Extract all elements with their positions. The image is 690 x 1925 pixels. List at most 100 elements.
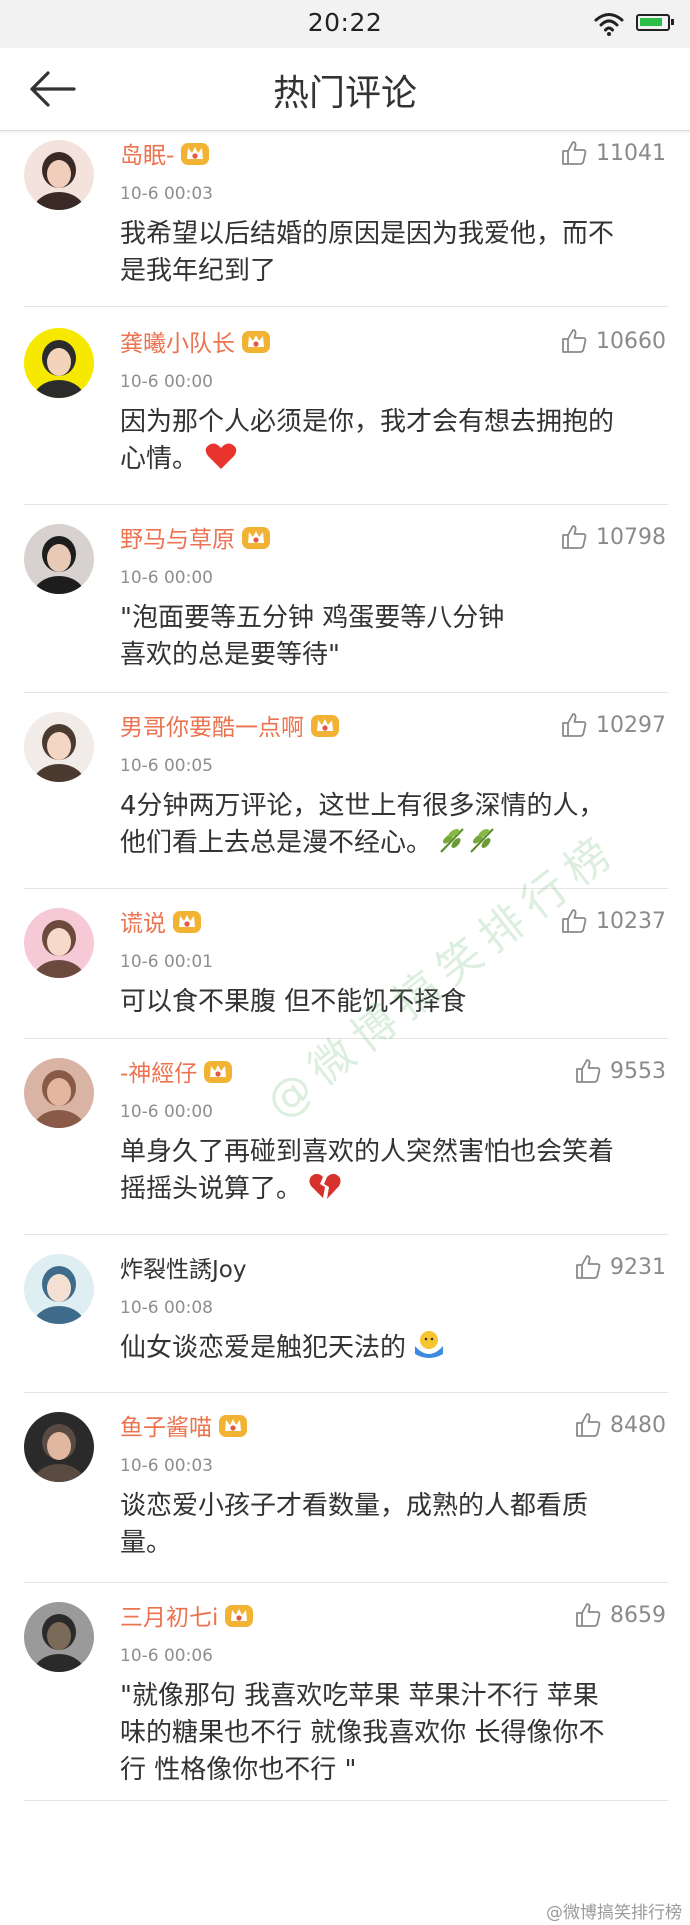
comment-text-content: 是我年纪到了: [120, 256, 277, 286]
nav-bar: 热门评论: [0, 48, 690, 131]
comment-text-content: 我希望以后结婚的原因是因为我爱他，而不: [120, 219, 615, 249]
comment-text-line: "就像那句 我喜欢吃苹果 苹果汁不行 苹果: [120, 1678, 668, 1715]
like-count: 10237: [596, 908, 666, 934]
comment-text-content: 可以食不果腹 但不能饥不择食: [120, 987, 467, 1017]
like-button[interactable]: 8480: [574, 1408, 666, 1442]
comment-divider: [24, 1038, 668, 1039]
avatar[interactable]: [24, 524, 94, 594]
comment-text-content: 心情。: [120, 444, 199, 474]
like-count: 10297: [596, 712, 666, 738]
comment-timestamp: 10-6 00:03: [120, 1456, 213, 1476]
username[interactable]: 三月初七i: [120, 1598, 218, 1632]
leaves-icon: [440, 828, 494, 853]
username-row: 鱼子酱喵: [120, 1408, 248, 1442]
comment-text: 我希望以后结婚的原因是因为我爱他，而不 是我年纪到了: [120, 216, 668, 290]
like-count: 10798: [596, 524, 666, 550]
comment-timestamp: 10-6 00:05: [120, 756, 213, 776]
avatar[interactable]: [24, 328, 94, 398]
comment-divider: [24, 504, 668, 505]
vip-crown-icon: [173, 911, 201, 933]
comment-text-content: 量。: [120, 1528, 173, 1558]
username-row: 龚曦小队长: [120, 324, 271, 358]
username[interactable]: 鱼子酱喵: [120, 1408, 212, 1442]
comment-text-line: 喜欢的总是要等待": [120, 637, 668, 674]
like-button[interactable]: 10297: [560, 708, 666, 742]
vip-crown-icon: [225, 1605, 254, 1627]
username[interactable]: 炸裂性誘Joy: [120, 1250, 246, 1284]
vip-crown-icon: [311, 715, 339, 737]
comment-text: 单身久了再碰到喜欢的人突然害怕也会笑着摇摇头说算了。: [120, 1134, 668, 1208]
comment-text: 仙女谈恋爱是触犯天法的: [120, 1330, 668, 1367]
comment-text-line: 仙女谈恋爱是触犯天法的: [120, 1330, 668, 1367]
vip-crown-icon: [242, 527, 270, 549]
comment-text-content: 单身久了再碰到喜欢的人突然害怕也会笑着: [120, 1137, 615, 1167]
comment-text-content: 因为那个人必须是你，我才会有想去拥抱的: [120, 407, 615, 437]
avatar[interactable]: [24, 1602, 94, 1672]
comment-divider: [24, 888, 668, 889]
status-bar: 20:22: [0, 0, 690, 48]
comment-text: "泡面要等五分钟 鸡蛋要等八分钟 喜欢的总是要等待": [120, 600, 668, 674]
comment-text-content: 4分钟两万评论，这世上有很多深情的人，: [120, 791, 605, 821]
thumbs-up-icon: [562, 909, 587, 933]
thumbs-up-icon: [562, 141, 587, 165]
thumbs-up-icon: [562, 329, 587, 353]
comment-divider: [24, 1234, 668, 1235]
username[interactable]: -神經仔: [120, 1054, 197, 1088]
username[interactable]: 谎说: [120, 904, 166, 938]
avatar[interactable]: [24, 1412, 94, 1482]
like-button[interactable]: 11041: [560, 136, 666, 170]
vip-crown-icon: [181, 143, 210, 165]
comment-text-line: 量。: [120, 1525, 668, 1562]
username[interactable]: 男哥你要酷一点啊: [120, 708, 304, 742]
like-button[interactable]: 10798: [560, 520, 666, 554]
comment-divider: [24, 1392, 668, 1393]
thumbs-up-icon: [576, 1603, 601, 1627]
comment-timestamp: 10-6 00:00: [120, 1102, 213, 1122]
vip-crown-icon: [219, 1415, 247, 1437]
like-button[interactable]: 10660: [560, 324, 666, 358]
comment-timestamp: 10-6 00:01: [120, 952, 213, 972]
avatar[interactable]: [24, 1058, 94, 1128]
battery-icon: [636, 14, 674, 31]
avatar[interactable]: [24, 140, 94, 210]
like-button[interactable]: 10237: [560, 904, 666, 938]
comment-timestamp: 10-6 00:00: [120, 372, 213, 392]
comment-text-content: 谈恋爱小孩子才看数量，成熟的人都看质: [120, 1491, 589, 1521]
wifi-icon: [594, 13, 624, 36]
thumbs-up-icon: [562, 713, 587, 737]
username[interactable]: 野马与草原: [120, 520, 235, 554]
comment-text-line: 可以食不果腹 但不能饥不择食: [120, 984, 668, 1021]
comment-text: "就像那句 我喜欢吃苹果 苹果汁不行 苹果 味的糖果也不行 就像我喜欢你 长得像你…: [120, 1678, 668, 1789]
comment-text-content: 行 性格像你也不行 ": [120, 1755, 357, 1785]
comment-text: 可以食不果腹 但不能饥不择食: [120, 984, 668, 1021]
comment-divider: [24, 1582, 668, 1583]
avatar[interactable]: [24, 908, 94, 978]
comment-timestamp: 10-6 00:06: [120, 1646, 213, 1666]
avatar[interactable]: [24, 1254, 94, 1324]
comment-text-content: 味的糖果也不行 就像我喜欢你 长得像你不: [120, 1718, 605, 1748]
like-button[interactable]: 8659: [574, 1598, 666, 1632]
shrug-emoji-icon: [415, 1331, 444, 1358]
thumbs-up-icon: [562, 525, 587, 549]
comment-text-line: 行 性格像你也不行 ": [120, 1752, 668, 1789]
comment-text-content: 他们看上去总是漫不经心。: [120, 828, 433, 858]
username-row: 谎说: [120, 904, 202, 938]
page-title: 热门评论: [272, 73, 417, 114]
like-button[interactable]: 9553: [574, 1054, 666, 1088]
comment-text-content: "泡面要等五分钟 鸡蛋要等八分钟: [120, 603, 505, 633]
like-count: 9553: [610, 1058, 666, 1084]
vip-crown-icon: [242, 331, 270, 353]
thumbs-up-icon: [576, 1413, 601, 1437]
comment-text-line: 摇摇头说算了。: [120, 1171, 668, 1208]
comment-divider: [24, 1800, 668, 1801]
comment-text-content: 喜欢的总是要等待": [120, 640, 340, 670]
avatar[interactable]: [24, 712, 94, 782]
like-count: 8480: [610, 1412, 666, 1438]
username-row: -神經仔: [120, 1054, 233, 1088]
username[interactable]: 龚曦小队长: [120, 324, 235, 358]
red-heart-icon: [205, 443, 237, 469]
like-button[interactable]: 9231: [574, 1250, 666, 1284]
comment-text: 4分钟两万评论，这世上有很多深情的人， 他们看上去总是漫不经心。: [120, 788, 668, 862]
thumbs-up-icon: [576, 1059, 601, 1083]
username[interactable]: 岛眠-: [120, 136, 174, 170]
